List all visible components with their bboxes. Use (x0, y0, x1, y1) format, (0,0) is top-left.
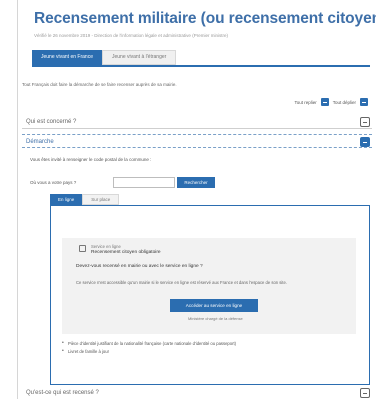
section-label: Qui est concerné ? (26, 119, 77, 125)
service-type: Service en ligne (91, 244, 121, 249)
search-button[interactable]: Rechercher (177, 177, 215, 188)
service-provider: Ministère chargé de la défense (188, 316, 243, 321)
section-qui-est-concerne[interactable]: Qui est concerné ? (22, 115, 372, 129)
method-tabs: En ligne Sur place (50, 194, 120, 205)
page-title: Recensement militaire (ou recensement ci… (34, 10, 376, 27)
postal-code-instruction: Vous êtes invité à renseigner le code po… (30, 157, 152, 162)
service-description: Ce service n'est accessible qu'un mairie… (76, 280, 287, 285)
expand-controls: Tout replier Tout déplier (294, 98, 368, 106)
page-subtitle: Vérifié le 26 novembre 2019 - Direction … (34, 33, 228, 38)
postal-code-input[interactable] (113, 177, 175, 188)
section-label: Démarche (26, 139, 54, 145)
expand-all-label: Tout replier (294, 99, 317, 105)
tab-france[interactable]: Jeune vivant en France (32, 50, 102, 65)
toggle-icon[interactable] (360, 117, 370, 127)
collapse-all-button[interactable] (360, 98, 368, 106)
required-documents-list: Pièce d'identité justifiant de la nation… (62, 340, 236, 357)
service-name: Recensement citoyen obligatoire (91, 250, 161, 255)
service-question: Devez-vous recensé en mairie ou avec le … (76, 264, 203, 269)
expand-all-button[interactable] (320, 98, 329, 106)
intro-text: Tout Français doit faire la démarche de … (22, 82, 177, 87)
list-item: Pièce d'identité justifiant de la nation… (62, 340, 236, 349)
section-next[interactable]: Qu'est-ce qui est recensé ? (22, 386, 372, 399)
online-service-icon (79, 245, 86, 252)
toggle-icon[interactable] (360, 388, 370, 398)
postal-code-label: Où vous a votre pays ? (30, 180, 77, 185)
tab-abroad[interactable]: Jeune vivant à l'étranger (101, 50, 177, 65)
access-service-button[interactable]: Accéder au service en ligne (170, 299, 258, 312)
audience-tabs: Jeune vivant en France Jeune vivant à l'… (32, 50, 177, 65)
collapse-all-label: Tout déplier (332, 99, 356, 105)
list-item: Livret de famille à jour (62, 348, 236, 357)
section-demarche[interactable]: Démarche (22, 134, 372, 148)
tabs-divider (32, 65, 370, 67)
section-label: Qu'est-ce qui est recensé ? (26, 390, 99, 396)
toggle-icon[interactable] (360, 137, 370, 147)
tab-online[interactable]: En ligne (50, 194, 83, 205)
tab-on-site[interactable]: Sur place (82, 194, 120, 205)
